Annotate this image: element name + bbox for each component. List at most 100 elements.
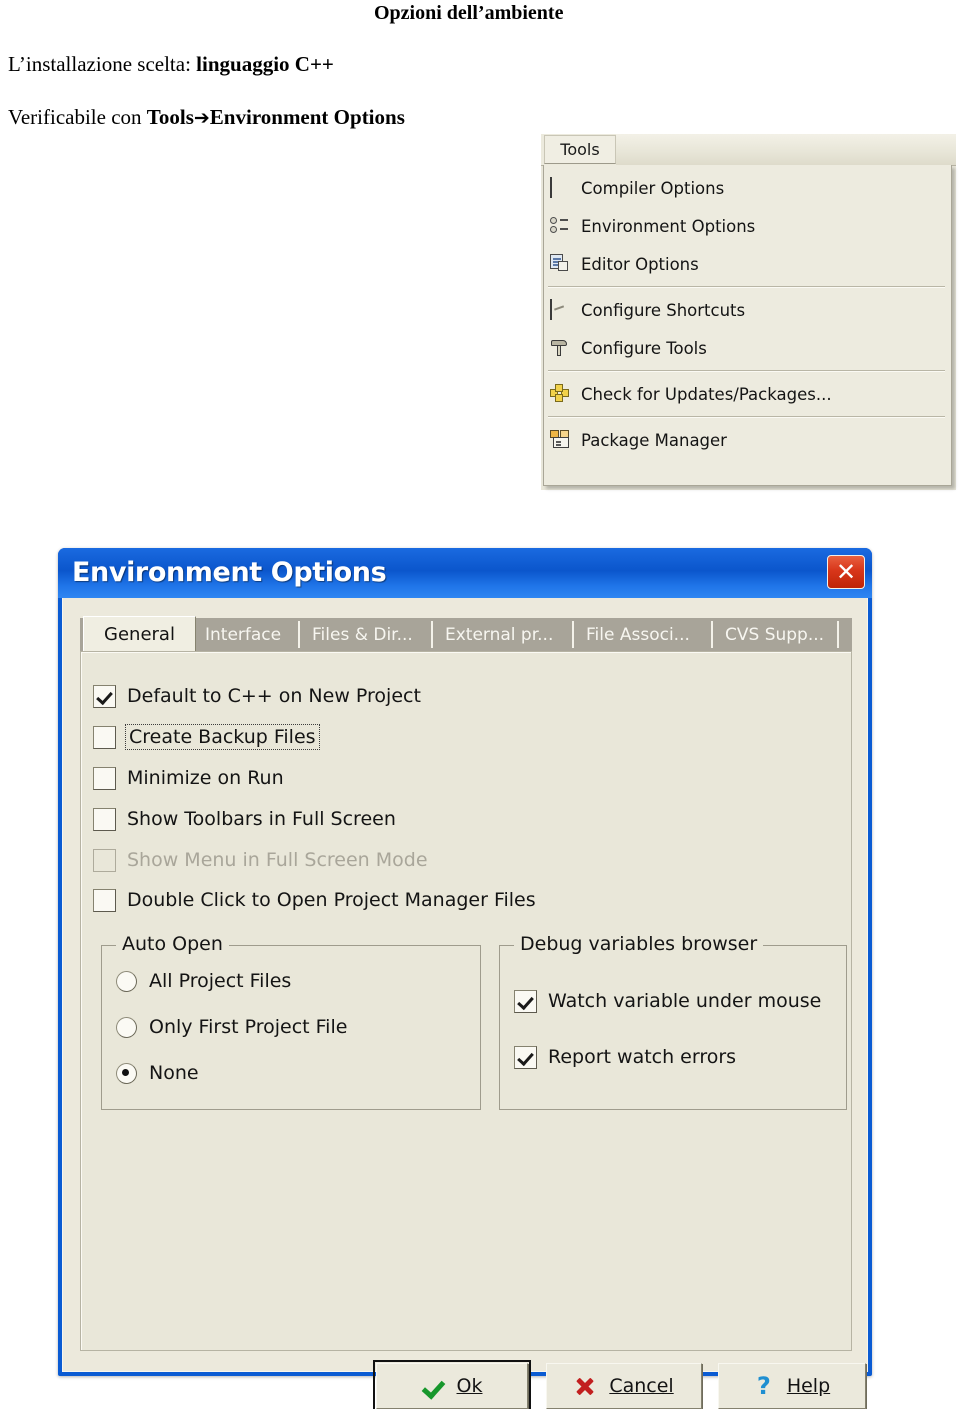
menu-item-label: Configure Tools [581, 338, 707, 358]
menu-button-tools[interactable]: Tools [544, 135, 616, 164]
editor-options-icon [550, 254, 572, 274]
menu-item-label: Compiler Options [581, 178, 725, 198]
close-icon[interactable]: ✕ [827, 555, 865, 589]
verify-menu-target: Environment Options [209, 105, 405, 129]
package-manager-icon [550, 430, 572, 450]
menu-separator [548, 286, 945, 288]
checkbox-box[interactable] [93, 807, 116, 831]
menu-item-configure-tools[interactable]: Configure Tools [544, 329, 951, 367]
checkbox-label: Create Backup Files [125, 724, 320, 750]
general-tab-panel: Default to C++ on New Project Create Bac… [80, 651, 852, 1351]
installation-prefix: L’installazione scelta: [8, 52, 197, 76]
menu-item-compiler-options[interactable]: Compiler Options [544, 169, 951, 207]
radio-none[interactable]: None [116, 1060, 199, 1086]
checkbox-watch-variable-under-mouse[interactable]: Watch variable under mouse [514, 988, 821, 1014]
dialog-titlebar[interactable]: Environment Options ✕ [58, 548, 872, 598]
menu-item-package-manager[interactable]: Package Manager [544, 421, 951, 459]
ok-button-label: Ok [456, 1375, 483, 1397]
group-debug-variables-browser: Debug variables browser Watch variable u… [499, 933, 847, 1110]
puzzle-update-icon [550, 384, 572, 404]
checkbox-label: Default to C++ on New Project [127, 685, 421, 707]
environment-options-dialog: Environment Options ✕ Interface Files & … [58, 548, 872, 1409]
tab-separator [711, 621, 713, 648]
verify-line: Verificabile con Tools➔Environment Optio… [8, 105, 405, 130]
menu-separator [548, 370, 945, 372]
menu-item-editor-options[interactable]: Editor Options [544, 245, 951, 283]
help-button-label: Help [786, 1375, 831, 1397]
menu-item-label: Check for Updates/Packages... [581, 384, 832, 404]
help-button[interactable]: ? Help [718, 1363, 866, 1409]
checkbox-create-backup-files[interactable]: Create Backup Files [93, 724, 320, 750]
checkbox-box[interactable] [514, 1045, 537, 1069]
radio-button[interactable] [116, 1016, 137, 1038]
environment-options-icon [550, 216, 572, 236]
cancel-button-label: Cancel [609, 1375, 674, 1397]
menu-item-configure-shortcuts[interactable]: Configure Shortcuts [544, 291, 951, 329]
checkbox-double-click-open-project-files[interactable]: Double Click to Open Project Manager Fil… [93, 887, 536, 913]
menu-item-label: Package Manager [581, 430, 727, 450]
checkbox-label: Show Toolbars in Full Screen [127, 808, 396, 830]
checkbox-report-watch-errors[interactable]: Report watch errors [514, 1044, 736, 1070]
installation-language: linguaggio C++ [196, 52, 334, 76]
radio-label: None [149, 1062, 199, 1084]
tab-strip: Interface Files & Dir... External pr... … [80, 616, 852, 651]
group-title-auto-open: Auto Open [116, 933, 229, 955]
radio-only-first-project-file[interactable]: Only First Project File [116, 1014, 347, 1040]
radio-all-project-files[interactable]: All Project Files [116, 968, 291, 994]
group-auto-open: Auto Open All Project Files Only First P… [101, 933, 481, 1110]
tab-files-and-dirs[interactable]: Files & Dir... [312, 618, 413, 651]
tools-menu-screenshot: Tools Compiler Options Environment Optio… [541, 134, 956, 490]
checkbox-show-toolbars-full-screen[interactable]: Show Toolbars in Full Screen [93, 806, 396, 832]
tab-separator [298, 621, 300, 648]
checkbox-box[interactable] [93, 766, 116, 790]
dialog-title: Environment Options [72, 557, 387, 588]
group-title-debug-browser: Debug variables browser [514, 933, 764, 955]
menu-item-check-for-updates[interactable]: Check for Updates/Packages... [544, 375, 951, 413]
menu-separator [548, 416, 945, 418]
checkbox-box[interactable] [514, 989, 537, 1013]
menu-item-label: Editor Options [581, 254, 699, 274]
ok-button[interactable]: Ok [373, 1360, 531, 1409]
radio-button[interactable] [116, 1062, 137, 1084]
verify-prefix: Verificabile con [8, 105, 147, 129]
installation-line: L’installazione scelta: linguaggio C++ [8, 52, 334, 77]
dialog-body: Interface Files & Dir... External pr... … [62, 598, 868, 1409]
menu-item-environment-options[interactable]: Environment Options [544, 207, 951, 245]
arrow-icon: ➔ [193, 107, 210, 129]
tab-general[interactable]: General [83, 616, 196, 651]
tools-dropdown-panel: Compiler Options Environment Options Edi… [543, 165, 952, 486]
menu-item-label: Environment Options [581, 216, 756, 236]
radio-label: Only First Project File [149, 1016, 348, 1038]
tab-cvs-support[interactable]: CVS Supp... [725, 618, 824, 651]
cancel-button[interactable]: Cancel [546, 1363, 702, 1409]
checkbox-show-menu-full-screen-mode: Show Menu in Full Screen Mode [93, 847, 428, 873]
checkbox-label: Minimize on Run [127, 767, 284, 789]
radio-label: All Project Files [149, 970, 292, 992]
radio-button[interactable] [116, 970, 137, 992]
tab-separator [837, 621, 839, 648]
x-icon [574, 1376, 596, 1396]
checkbox-box [93, 848, 116, 872]
question-mark-icon: ? [756, 1372, 771, 1400]
tab-separator [572, 621, 574, 648]
checkbox-default-to-cpp[interactable]: Default to C++ on New Project [93, 683, 421, 709]
checkbox-label: Watch variable under mouse [548, 990, 822, 1012]
checkbox-label: Double Click to Open Project Manager Fil… [127, 889, 536, 911]
tab-separator [431, 621, 433, 648]
menubar-background [616, 134, 956, 165]
tab-interface[interactable]: Interface [205, 618, 281, 651]
checkbox-minimize-on-run[interactable]: Minimize on Run [93, 765, 284, 791]
checkbox-label: Show Menu in Full Screen Mode [127, 849, 428, 871]
tab-file-associations[interactable]: File Associ... [586, 618, 690, 651]
page-title: Opzioni dell’ambiente [374, 2, 564, 24]
compiler-options-icon [550, 177, 572, 198]
tab-external-programs[interactable]: External pr... [445, 618, 553, 651]
checkbox-box[interactable] [93, 684, 116, 708]
menu-item-label: Configure Shortcuts [581, 300, 746, 320]
checkbox-box[interactable] [93, 725, 116, 749]
verify-menu-tools: Tools [146, 105, 194, 129]
checkbox-box[interactable] [93, 888, 116, 912]
checkbox-label: Report watch errors [548, 1046, 737, 1068]
hammer-icon [550, 338, 572, 358]
configure-shortcuts-icon [550, 299, 572, 320]
